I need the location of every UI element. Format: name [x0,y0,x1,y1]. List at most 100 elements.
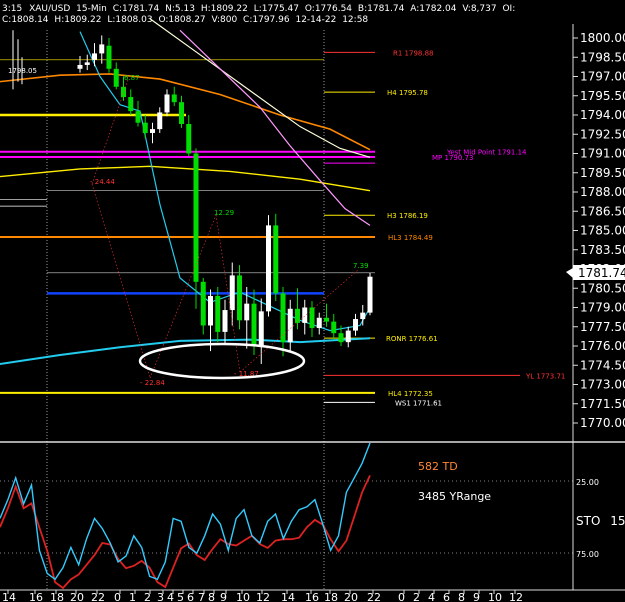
x-tick-label: 6 [187,591,194,602]
y-tick-label: 1791.00 [580,147,625,161]
level-label: MP 1790.73 [432,154,473,162]
candle-body [128,97,134,112]
x-tick-label: 7 [198,591,205,602]
y-tick-label: 1789.50 [580,166,625,180]
candle-body [237,275,242,321]
td-label: 582 TD [418,460,458,473]
level-label: YL 1773.71 [525,372,565,380]
candle-body [266,225,271,312]
chart-background [0,0,625,602]
y-tick-label: 1798.50 [580,50,625,64]
candle-body [193,153,199,282]
candle-body [99,44,105,54]
x-tick-label: 0 [398,591,405,602]
y-tick-label: 1771.50 [580,397,625,411]
candle-body [157,112,163,130]
candle-body [92,53,97,60]
y-tick-label: 1786.50 [580,204,625,218]
x-tick-label: 2 [413,591,420,602]
y-tick-label: 1776.00 [580,339,625,353]
y-tick-label: 1797.00 [580,70,625,84]
x-tick-label: 18 [50,591,64,602]
candle-body [302,307,308,323]
y-tick-label: 1783.50 [580,243,625,257]
x-tick-label: 2 [144,591,151,602]
y-tick-label: 1773.00 [580,378,625,392]
candle-body [367,276,373,313]
swing-label: - 24.44 [90,178,115,186]
sto-tick-75: 75.00 [576,550,599,559]
level-label: WS1 1771.61 [395,399,442,407]
x-tick-label: 10 [236,591,250,602]
x-tick-label: 16 [29,591,43,602]
level-label: H3 1786.19 [387,212,428,220]
candle-body [251,303,257,346]
x-tick-label: 18 [324,591,338,602]
last-price-tag: 1781.74 [566,265,625,280]
candle-body [208,295,213,326]
x-tick-label: 20 [344,591,358,602]
candle-body [215,295,221,332]
price-axis: 1800.00 1798.50 1797.00 1795.50 1794.00 1792.… [573,31,625,430]
y-tick-label: 1795.50 [580,89,625,103]
price-chart[interactable]: 3:15 XAU/USD 15-Min C:1781.74 N:5.13 H:1… [0,0,625,602]
candle-body [142,122,148,133]
candle-body [331,321,337,334]
swing-label: 12.29 [214,209,234,217]
x-tick-label: 4 [428,591,435,602]
candle-body [287,308,293,343]
level-label: HL3 1784.49 [388,234,433,242]
candle-body [316,317,322,329]
x-tick-label: 14 [281,591,295,602]
x-tick-label: 8 [208,591,215,602]
candle-body [121,86,126,98]
candle-body [353,319,358,331]
candle-body [150,129,155,133]
candle-body [273,225,279,294]
time-axis: 14 16 18 20 22 0 1 2 3 4 5 6 7 8 9 10 12 14 16 18 20 22 0 2 4 6 8 9… [2,590,523,602]
level-label: HL4 1772.35 [388,390,433,398]
x-tick-label: 0 [114,591,121,602]
candle-body [258,311,264,346]
candle-body [77,64,83,69]
candle-body [200,281,206,326]
level-label: H4 1795.78 [387,89,428,97]
candle-body [135,111,141,123]
level-label: RONR 1776.61 [386,335,438,343]
header-text-2: C:1808.14 H:1809.22 L:1808.03 O:1808.27 … [2,15,368,25]
swing-label: 7.39 [353,262,369,270]
x-tick-label: 12 [509,591,523,602]
x-tick-label: 1 [129,591,136,602]
x-tick-label: 20 [70,591,84,602]
candle-body [244,303,250,321]
x-tick-label: 9 [220,591,227,602]
y-tick-label: 1792.50 [580,127,625,141]
y-tick-label: 1780.50 [580,281,625,295]
sto-label: STO 15, [576,514,625,528]
header-text: 3:15 XAU/USD 15-Min C:1781.74 N:5.13 H:1… [2,4,515,14]
candle-body [338,333,344,343]
x-tick-label: 3 [157,591,164,602]
candle-body [106,45,112,69]
candle-body [171,94,177,103]
candle-body [164,94,170,113]
x-tick-label: 16 [305,591,319,602]
x-tick-label: 4 [167,591,174,602]
candle-body [186,123,192,154]
sto-tick-25: 25.00 [576,478,599,487]
candle-body [222,310,228,332]
x-tick-label: 22 [91,591,105,602]
y-tick-label: 1777.50 [580,320,625,334]
x-tick-label: 10 [488,591,502,602]
level-label: R1 1798.88 [393,49,434,57]
y-tick-label: 1788.00 [580,185,625,199]
candle-body [324,317,329,322]
x-tick-label: 9 [473,591,480,602]
y-tick-label: 1785.00 [580,224,625,238]
x-tick-label: 14 [2,591,16,602]
x-tick-label: 22 [367,591,381,602]
swing-label: - 22.84 [140,379,165,387]
x-tick-label: 12 [256,591,270,602]
y-tick-label: 1774.50 [580,358,625,372]
y-tick-label: 1800.00 [580,31,625,45]
